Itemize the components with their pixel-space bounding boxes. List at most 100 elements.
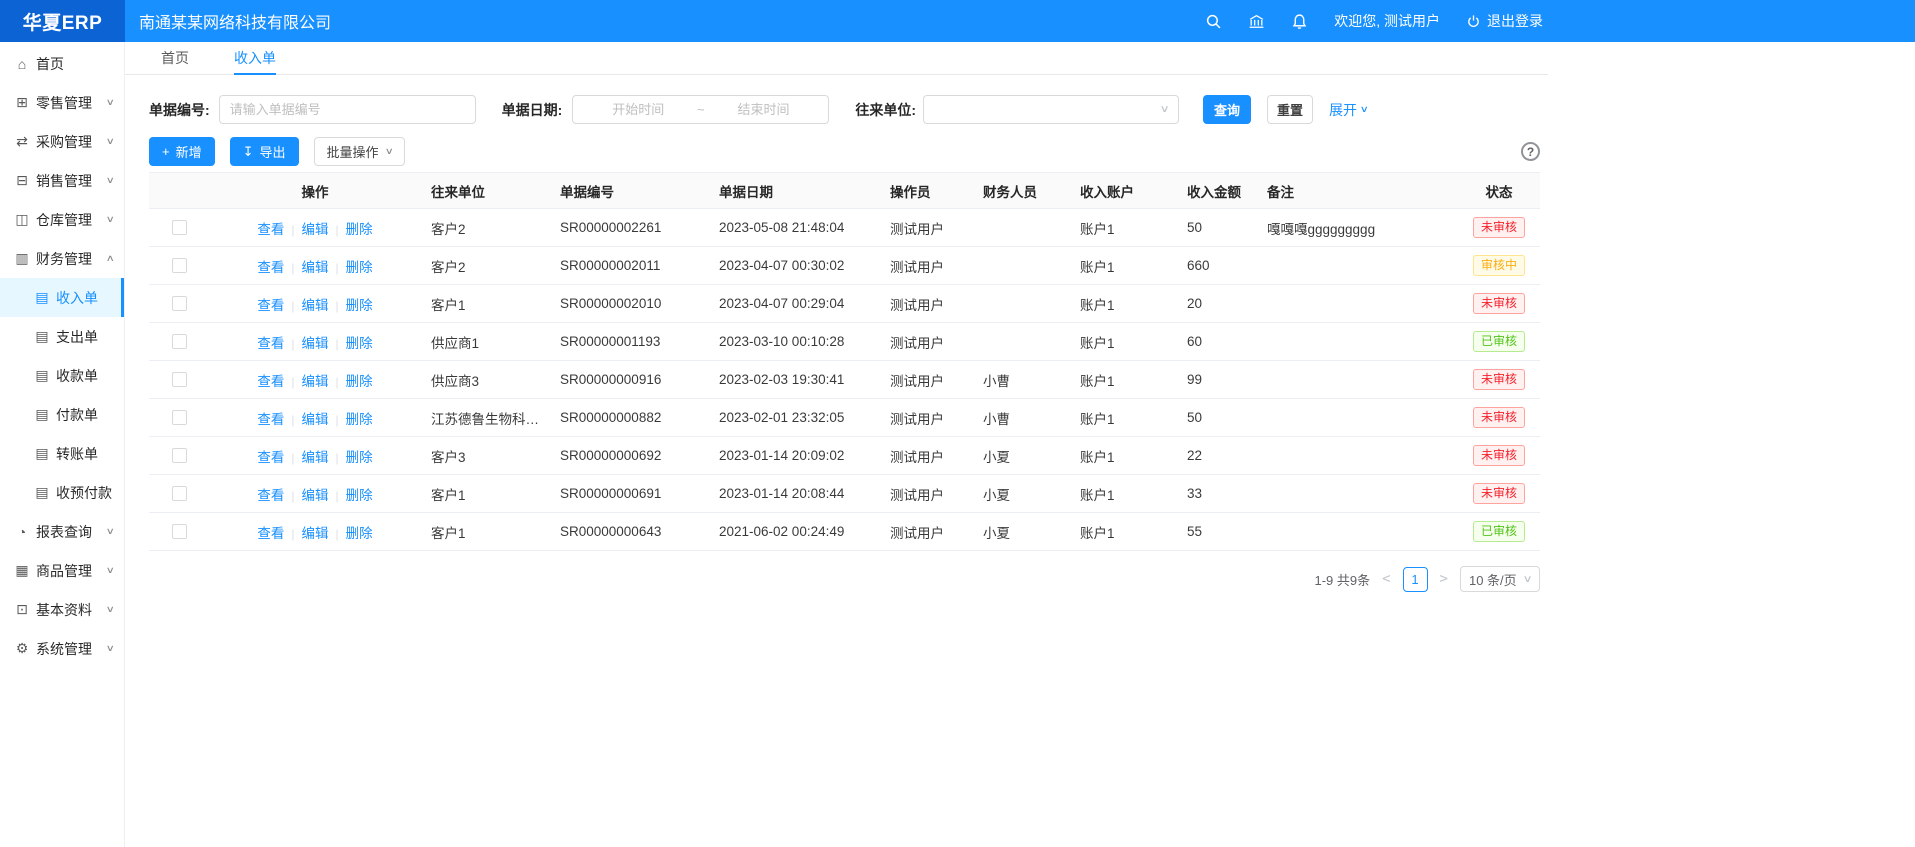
view-link[interactable]: 查看 [257,450,284,465]
cell-finance-staff: 小曹 [973,399,1070,437]
sidebar-item-home[interactable]: ⌂ 首页 [0,44,124,83]
row-checkbox[interactable] [172,448,187,463]
date-range-picker[interactable]: ~ [572,95,829,124]
row-checkbox[interactable] [172,524,187,539]
edit-link[interactable]: 编辑 [302,298,329,313]
row-checkbox[interactable] [172,220,187,235]
view-link[interactable]: 查看 [257,260,284,275]
search-icon[interactable] [1205,13,1222,30]
edit-link[interactable]: 编辑 [302,260,329,275]
chevron-down-icon: ∨ [106,565,115,576]
cell-finance-staff [973,285,1070,323]
action-divider: | [291,489,294,503]
cell-finance-staff [973,209,1070,247]
sidebar-subitem-expense-bill[interactable]: ▤ 支出单 [0,317,124,356]
partner-select[interactable]: ∨ [923,95,1179,124]
prev-page-button[interactable]: < [1380,571,1392,587]
purchase-icon: ⇄ [14,133,30,150]
sidebar-subitem-transfer-bill[interactable]: ▤ 转账单 [0,434,124,473]
cell-bill-date: 2021-06-02 00:24:49 [709,513,880,551]
cell-status: 未审核 [1458,209,1540,247]
delete-link[interactable]: 删除 [346,412,373,427]
action-divider: | [291,375,294,389]
view-link[interactable]: 查看 [257,374,284,389]
tab-income-bill[interactable]: 收入单 [234,42,276,75]
next-page-button[interactable]: > [1438,571,1450,587]
sidebar-item-reports[interactable]: ◔ 报表查询 ∨ [0,512,124,551]
logout-button[interactable]: 退出登录 [1466,11,1543,31]
bill-no-input[interactable] [219,95,476,124]
view-link[interactable]: 查看 [257,488,284,503]
view-link[interactable]: 查看 [257,412,284,427]
view-link[interactable]: 查看 [257,526,284,541]
help-icon[interactable]: ? [1521,142,1540,161]
sidebar-subitem-receipt-bill[interactable]: ▤ 收款单 [0,356,124,395]
bank-icon[interactable] [1248,13,1265,30]
sidebar-item-finance[interactable]: ▥ 财务管理 ∧ [0,239,124,278]
cell-partner: 客户2 [421,247,550,285]
delete-link[interactable]: 删除 [346,222,373,237]
view-link[interactable]: 查看 [257,336,284,351]
sidebar-item-purchase[interactable]: ⇄ 采购管理 ∨ [0,122,124,161]
delete-link[interactable]: 删除 [346,260,373,275]
tab-home[interactable]: 首页 [161,42,189,75]
chevron-down-icon: ∨ [1522,574,1532,585]
cell-bill-date: 2023-01-14 20:08:44 [709,475,880,513]
edit-link[interactable]: 编辑 [302,222,329,237]
cell-bill-no: SR00000000643 [550,513,709,551]
cell-remark [1257,399,1458,437]
row-checkbox[interactable] [172,372,187,387]
edit-link[interactable]: 编辑 [302,412,329,427]
view-link[interactable]: 查看 [257,222,284,237]
delete-link[interactable]: 删除 [346,488,373,503]
export-button[interactable]: ↧ 导出 [230,137,299,166]
edit-link[interactable]: 编辑 [302,488,329,503]
edit-link[interactable]: 编辑 [302,526,329,541]
view-link[interactable]: 查看 [257,298,284,313]
sidebar-item-retail[interactable]: ⊞ 零售管理 ∨ [0,83,124,122]
sidebar-subitem-payment-bill[interactable]: ▤ 付款单 [0,395,124,434]
row-checkbox[interactable] [172,410,187,425]
sidebar-item-goods[interactable]: ▦ 商品管理 ∨ [0,551,124,590]
cell-amount: 55 [1177,513,1257,551]
end-date-input[interactable] [707,102,821,117]
delete-link[interactable]: 删除 [346,336,373,351]
delete-link[interactable]: 删除 [346,526,373,541]
delete-link[interactable]: 删除 [346,374,373,389]
delete-link[interactable]: 删除 [346,450,373,465]
current-page-button[interactable]: 1 [1403,567,1428,592]
sidebar-subitem-advance-payment[interactable]: ▤ 收预付款 [0,473,124,512]
cell-remark: 嘎嘎嘎ggggggggg [1257,209,1458,247]
sidebar-item-sales[interactable]: ⊟ 销售管理 ∨ [0,161,124,200]
cell-bill-date: 2023-02-01 23:32:05 [709,399,880,437]
edit-link[interactable]: 编辑 [302,450,329,465]
cell-account: 账户1 [1070,513,1177,551]
sidebar-item-basic-data[interactable]: ⊡ 基本资料 ∨ [0,590,124,629]
sidebar-subitem-income-bill[interactable]: ▤ 收入单 [0,278,124,317]
start-date-input[interactable] [581,102,695,117]
cell-bill-no: SR00000001193 [550,323,709,361]
row-checkbox[interactable] [172,296,187,311]
reset-button[interactable]: 重置 [1267,95,1313,124]
row-checkbox[interactable] [172,486,187,501]
delete-link[interactable]: 删除 [346,298,373,313]
row-actions: 查看|编辑|删除 [209,323,421,361]
cell-amount: 20 [1177,285,1257,323]
page-size-select[interactable]: 10 条/页 ∨ [1460,566,1540,592]
edit-link[interactable]: 编辑 [302,374,329,389]
row-checkbox[interactable] [172,258,187,273]
action-divider: | [336,337,339,351]
row-checkbox[interactable] [172,334,187,349]
header-checkbox-cell [149,173,209,209]
batch-actions-button[interactable]: 批量操作 ∨ [314,137,406,166]
sidebar-item-warehouse[interactable]: ◫ 仓库管理 ∨ [0,200,124,239]
sidebar-item-system[interactable]: ⚙ 系统管理 ∨ [0,629,124,668]
chevron-down-icon: ∨ [106,97,115,108]
add-button[interactable]: + 新增 [149,137,215,166]
cell-finance-staff: 小夏 [973,475,1070,513]
bell-icon[interactable] [1291,13,1308,30]
chevron-down-icon: ∨ [106,526,115,537]
edit-link[interactable]: 编辑 [302,336,329,351]
search-button[interactable]: 查询 [1203,95,1251,124]
expand-filters-link[interactable]: 展开 ∨ [1329,100,1368,120]
